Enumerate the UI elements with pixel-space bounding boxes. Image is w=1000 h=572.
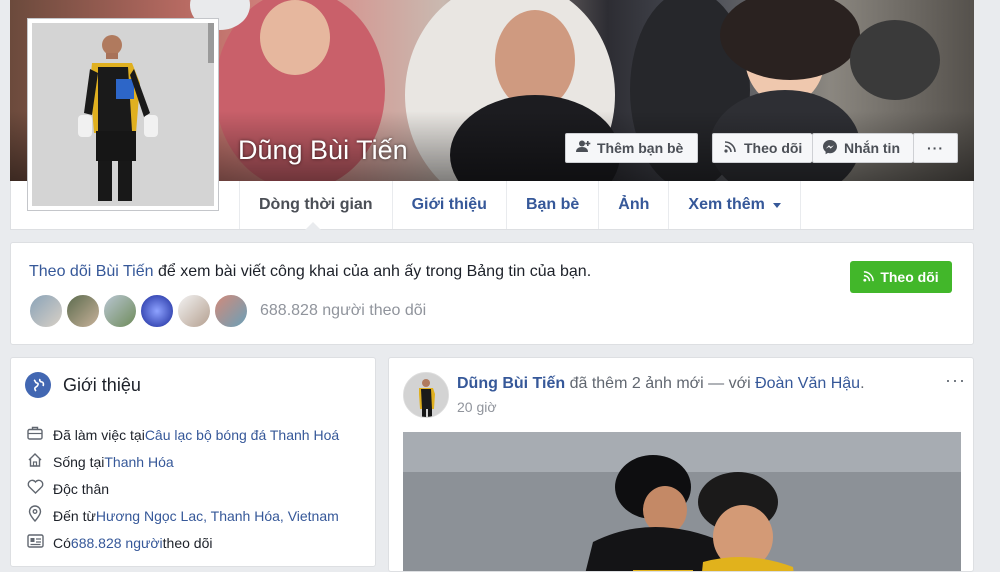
intro-row-followers: Có 688.828 người theo dõi (25, 529, 339, 556)
intro-home-prefix: Sống tại (53, 453, 105, 470)
follower-avatar[interactable] (213, 293, 249, 329)
follower-avatar[interactable] (65, 293, 101, 329)
intro-row-work: Đã làm việc tại Câu lạc bộ bóng đá Thanh… (25, 421, 339, 448)
tab-about-label: Giới thiệu (411, 196, 487, 213)
intro-followers-prefix: Có (53, 534, 71, 551)
follower-avatar[interactable] (139, 293, 175, 329)
follow-prompt-text: Theo dõi Bùi Tiến để xem bài viết công k… (29, 263, 591, 281)
tab-photos[interactable]: Ảnh (598, 181, 668, 229)
intro-followers-link[interactable]: 688.828 người (71, 535, 163, 551)
follower-avatar[interactable] (102, 293, 138, 329)
post-timestamp[interactable]: 20 giờ (457, 399, 497, 415)
follower-count: 688.828 người theo dõi (260, 302, 427, 319)
intro-title: Giới thiệu (63, 374, 141, 395)
post-header-text: Dũng Bùi Tiến đã thêm 2 ảnh mới — với Đo… (457, 375, 865, 393)
follow-button[interactable]: Theo dõi (850, 261, 952, 293)
cover-actions: Thêm bạn bè (565, 133, 698, 163)
add-friend-icon (575, 140, 591, 156)
messenger-icon (822, 139, 838, 158)
active-tab-pointer (305, 222, 321, 230)
post-action-text: đã thêm 2 ảnh mới — với (565, 375, 756, 392)
heart-icon (25, 479, 45, 498)
tab-friends[interactable]: Bạn bè (505, 181, 598, 229)
post-end-punct: . (860, 375, 865, 392)
post-photo[interactable] (403, 432, 961, 571)
tab-photos-label: Ảnh (618, 196, 650, 213)
post-author-avatar[interactable] (403, 372, 449, 418)
intro-home-link[interactable]: Thanh Hóa (104, 454, 173, 470)
intro-from-prefix: Đến từ (53, 507, 96, 524)
follow-prompt-rest: để xem bài viết công khai của anh ấy tro… (153, 263, 592, 280)
follow-button-label: Theo dõi (880, 269, 939, 285)
tab-timeline-label: Dòng thời gian (259, 196, 373, 213)
more-icon: ··· (927, 140, 944, 156)
chevron-down-icon (772, 202, 781, 208)
location-pin-icon (25, 505, 45, 526)
profile-picture[interactable] (27, 18, 219, 211)
intro-work-link[interactable]: Câu lạc bộ bóng đá Thanh Hoá (145, 427, 339, 443)
message-button[interactable]: Nhắn tin (812, 133, 913, 163)
tab-more[interactable]: Xem thêm (668, 181, 801, 229)
intro-followers-suffix: theo dõi (162, 534, 213, 551)
add-friend-button[interactable]: Thêm bạn bè (565, 133, 698, 163)
intro-header: Giới thiệu (25, 372, 141, 398)
follower-avatar[interactable] (28, 293, 64, 329)
follower-preview: 688.828 người theo dõi (28, 293, 426, 329)
profile-name[interactable]: Dũng Bùi Tiến (238, 135, 408, 166)
intro-row-home: Sống tại Thanh Hóa (25, 448, 339, 475)
intro-list: Đã làm việc tại Câu lạc bộ bóng đá Thanh… (25, 421, 339, 556)
intro-from-link[interactable]: Hương Ngọc Lac, Thanh Hóa, Vietnam (96, 508, 339, 524)
profile-page: Dũng Bùi Tiến Thêm bạn bè Theo dõi Nhắn … (0, 0, 1000, 572)
post-author-link[interactable]: Dũng Bùi Tiến (457, 375, 565, 392)
home-icon (25, 452, 45, 472)
intro-relationship-text: Độc thân (53, 480, 110, 497)
cover-actions-group: Theo dõi Nhắn tin ··· (712, 133, 958, 163)
intro-row-from: Đến từ Hương Ngọc Lac, Thanh Hóa, Vietna… (25, 502, 339, 529)
tab-friends-label: Bạn bè (525, 196, 580, 213)
intro-work-prefix: Đã làm việc tại (53, 426, 145, 443)
more-cover-button[interactable]: ··· (913, 133, 958, 163)
follow-cover-button[interactable]: Theo dõi (712, 133, 812, 163)
post-tagged-link[interactable]: Đoàn Văn Hậu (755, 375, 860, 392)
profile-picture-image (32, 23, 214, 206)
timeline-post: Dũng Bùi Tiến đã thêm 2 ảnh mới — với Đo… (388, 357, 974, 572)
post-options-button[interactable]: ··· (945, 370, 966, 391)
follow-prompt: Theo dõi Bùi Tiến để xem bài viết công k… (10, 242, 974, 345)
followers-icon (25, 533, 45, 552)
rss-icon (722, 140, 738, 156)
intro-row-relationship: Độc thân (25, 475, 339, 502)
follow-cover-label: Theo dõi (744, 140, 803, 156)
briefcase-icon (25, 426, 45, 444)
intro-card: Giới thiệu Đã làm việc tại Câu lạc bộ bó… (10, 357, 376, 567)
profile-tabs: Dòng thời gian Giới thiệu Bạn bè Ảnh Xem… (239, 181, 801, 229)
tab-more-label: Xem thêm (688, 196, 765, 213)
add-friend-label: Thêm bạn bè (597, 140, 684, 156)
follower-avatar[interactable] (176, 293, 212, 329)
globe-icon (25, 372, 51, 398)
message-label: Nhắn tin (844, 140, 900, 156)
follow-profile-link[interactable]: Theo dõi Bùi Tiến (29, 263, 154, 280)
tab-about[interactable]: Giới thiệu (391, 181, 506, 229)
rss-icon (863, 269, 875, 285)
